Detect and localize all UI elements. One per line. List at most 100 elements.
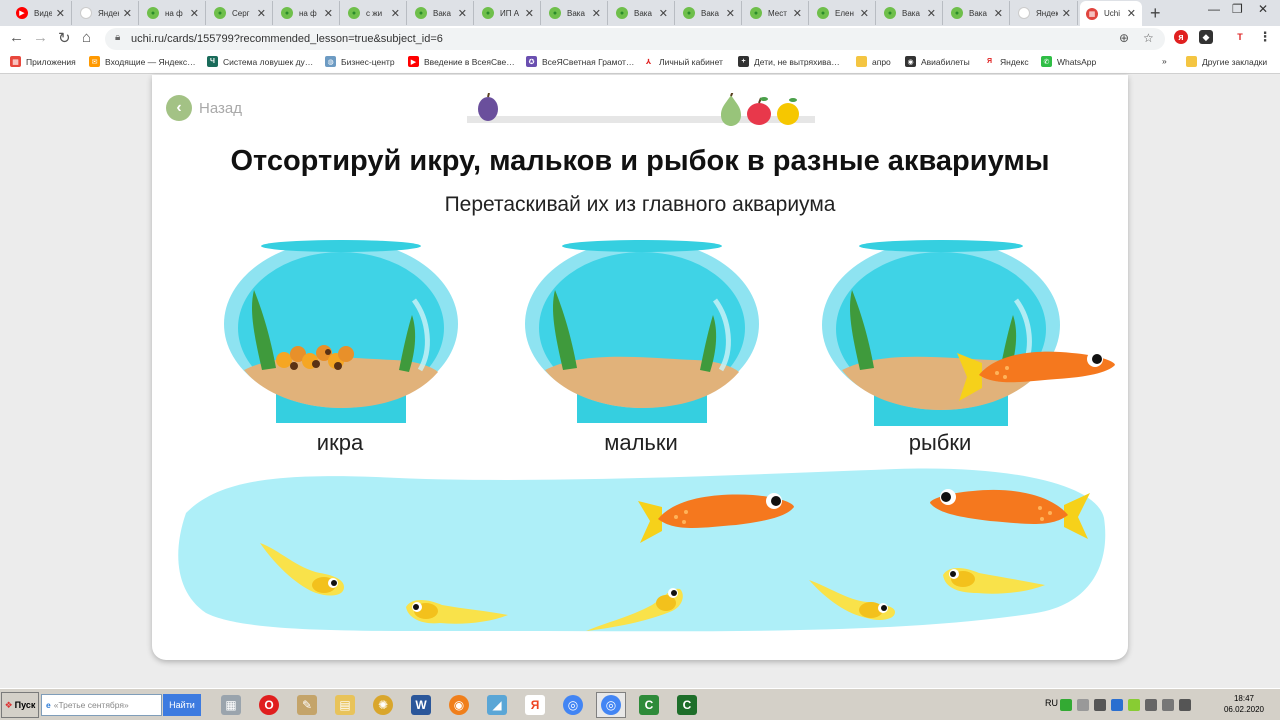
monitor-icon[interactable]	[1145, 699, 1157, 711]
orange-fish-icon[interactable]	[957, 343, 1117, 408]
tab-3[interactable]: ● на ф ✕	[141, 1, 206, 25]
network-icon[interactable]	[1128, 699, 1140, 711]
home-icon[interactable]: ⌂	[82, 29, 91, 46]
tab-16[interactable]: Яндекс ✕	[1012, 1, 1078, 25]
chrome-active-app-button[interactable]: ◎	[596, 692, 626, 718]
extension-icon[interactable]: ◆	[1199, 30, 1213, 44]
tab-12[interactable]: ● Мест ✕	[744, 1, 809, 25]
bookmark-item[interactable]: ⅄ Личный кабинет	[643, 56, 723, 67]
translate-ext-icon[interactable]: Т	[1233, 30, 1247, 44]
tab-13[interactable]: ● Елен ✕	[811, 1, 876, 25]
close-window-button[interactable]: ✕	[1258, 2, 1268, 16]
close-tab-icon[interactable]: ✕	[927, 7, 936, 20]
word-app-button[interactable]: W	[406, 692, 436, 718]
bowl-fry[interactable]	[525, 240, 759, 425]
bookmark-star-icon[interactable]: ☆	[1143, 31, 1154, 45]
close-tab-icon[interactable]: ✕	[994, 7, 1003, 20]
bowl-eggs[interactable]	[224, 240, 458, 425]
close-tab-icon[interactable]: ✕	[324, 7, 333, 20]
close-tab-icon[interactable]: ✕	[793, 7, 802, 20]
bookmark-item[interactable]: ◉ Авиабилеты	[905, 56, 970, 67]
tab-2[interactable]: Яндекс ✕	[74, 1, 139, 25]
tab-1[interactable]: ▶ Виде ✕	[10, 1, 72, 25]
back-link[interactable]: ‹ Назад	[166, 95, 242, 121]
fry-fish-icon[interactable]	[584, 583, 686, 635]
menu-dots-icon[interactable]: ⋮	[1258, 29, 1272, 44]
tab-15[interactable]: ● Вака ✕	[945, 1, 1010, 25]
bookmark-item[interactable]: ▦ Приложения	[10, 56, 76, 67]
reload-icon[interactable]: ↻	[58, 29, 71, 47]
bookmarks-overflow-icon[interactable]: »	[1162, 56, 1167, 66]
tab-7[interactable]: ● Вака ✕	[409, 1, 474, 25]
close-tab-icon[interactable]: ✕	[860, 7, 869, 20]
minimize-button[interactable]: —	[1208, 2, 1220, 16]
volume-icon[interactable]	[1179, 699, 1191, 711]
drive-icon[interactable]	[1077, 699, 1089, 711]
fry-fish-icon[interactable]	[404, 593, 510, 629]
tab-10[interactable]: ● Вака ✕	[610, 1, 675, 25]
bluetooth-icon[interactable]	[1111, 699, 1123, 711]
taskbar-search-button[interactable]: Найти	[163, 694, 201, 716]
close-tab-icon[interactable]: ✕	[1127, 7, 1136, 20]
fry-fish-icon[interactable]	[258, 539, 348, 599]
close-tab-icon[interactable]: ✕	[592, 7, 601, 20]
tab-17[interactable]: ▦ Uchi ✕	[1080, 1, 1142, 26]
tab-11[interactable]: ● Вака ✕	[677, 1, 742, 25]
close-tab-icon[interactable]: ✕	[525, 7, 534, 20]
close-tab-icon[interactable]: ✕	[257, 7, 266, 20]
bookmark-item[interactable]: ✆ WhatsApp	[1041, 56, 1096, 67]
tab-4[interactable]: ● Серг ✕	[208, 1, 273, 25]
address-bar[interactable]: 🔒︎ uchi.ru/cards/155799?recommended_less…	[105, 28, 1165, 50]
orange-fish-icon[interactable]	[928, 483, 1090, 545]
bookmark-item[interactable]: апро	[856, 56, 891, 67]
close-tab-icon[interactable]: ✕	[123, 7, 132, 20]
bookmark-item[interactable]: ✉ Входящие — Яндекс…	[89, 56, 196, 67]
tab-9[interactable]: ● Вака ✕	[543, 1, 608, 25]
firefox-app-button[interactable]: ◉	[444, 692, 474, 718]
tab-8[interactable]: ● ИП А ✕	[476, 1, 541, 25]
bookmark-item[interactable]: + Дети, не вытряхива…	[738, 56, 840, 67]
usb-icon[interactable]	[1094, 699, 1106, 711]
calculator-app-button[interactable]: ▦	[216, 692, 246, 718]
paint-app-button[interactable]: ✎	[292, 692, 322, 718]
bookmark-item[interactable]: ◍ Бизнес-центр	[325, 56, 395, 67]
camtasia-recorder-app-button[interactable]: C	[672, 692, 702, 718]
start-button[interactable]: ❖ Пуск	[1, 692, 39, 718]
fry-fish-icon[interactable]	[807, 578, 897, 622]
shield-icon[interactable]	[1060, 699, 1072, 711]
back-arrow-icon[interactable]: ←	[9, 29, 24, 46]
clock[interactable]: 18:47 06.02.2020	[1212, 693, 1276, 715]
restore-button[interactable]: ❐	[1232, 2, 1243, 16]
tab-5[interactable]: ● на ф ✕	[275, 1, 340, 25]
close-tab-icon[interactable]: ✕	[391, 7, 400, 20]
forward-arrow-icon[interactable]: →	[33, 29, 48, 46]
signal-icon[interactable]	[1162, 699, 1174, 711]
yandex-app-button[interactable]: Я	[520, 692, 550, 718]
new-tab-button[interactable]: +	[1150, 3, 1161, 24]
wheel-app-button[interactable]: ✺	[368, 692, 398, 718]
close-tab-icon[interactable]: ✕	[1062, 7, 1071, 20]
close-tab-icon[interactable]: ✕	[659, 7, 668, 20]
close-tab-icon[interactable]: ✕	[56, 7, 65, 20]
tab-14[interactable]: ● Вака ✕	[878, 1, 943, 25]
camtasia-app-button[interactable]: C	[634, 692, 664, 718]
taskbar-search-input[interactable]: e «Третье сентября»	[41, 694, 162, 716]
opera-app-button[interactable]: O	[254, 692, 284, 718]
zoom-icon[interactable]: ⊕	[1119, 31, 1129, 45]
other-bookmarks[interactable]: Другие закладки	[1186, 56, 1267, 67]
notes-app-button[interactable]: ◢	[482, 692, 512, 718]
close-tab-icon[interactable]: ✕	[458, 7, 467, 20]
tab-6[interactable]: ● с жи ✕	[342, 1, 407, 25]
yandex-ext-icon[interactable]: я	[1174, 30, 1188, 44]
orange-fish-icon[interactable]	[638, 487, 798, 547]
explorer-app-button[interactable]: ▤	[330, 692, 360, 718]
language-indicator[interactable]: RU	[1045, 698, 1058, 708]
bookmark-item[interactable]: ▶ Введение в ВсеяСве…	[408, 56, 515, 67]
bookmark-item[interactable]: ✪ ВсеЯСветная Грамот…	[526, 56, 634, 67]
close-tab-icon[interactable]: ✕	[726, 7, 735, 20]
bookmark-item[interactable]: Я Яндекс	[984, 56, 1029, 67]
bookmark-item[interactable]: Ч Система ловушек ду…	[207, 56, 313, 67]
chrome-app-button[interactable]: ◎	[558, 692, 588, 718]
close-tab-icon[interactable]: ✕	[190, 7, 199, 20]
fry-fish-icon[interactable]	[941, 563, 1047, 597]
